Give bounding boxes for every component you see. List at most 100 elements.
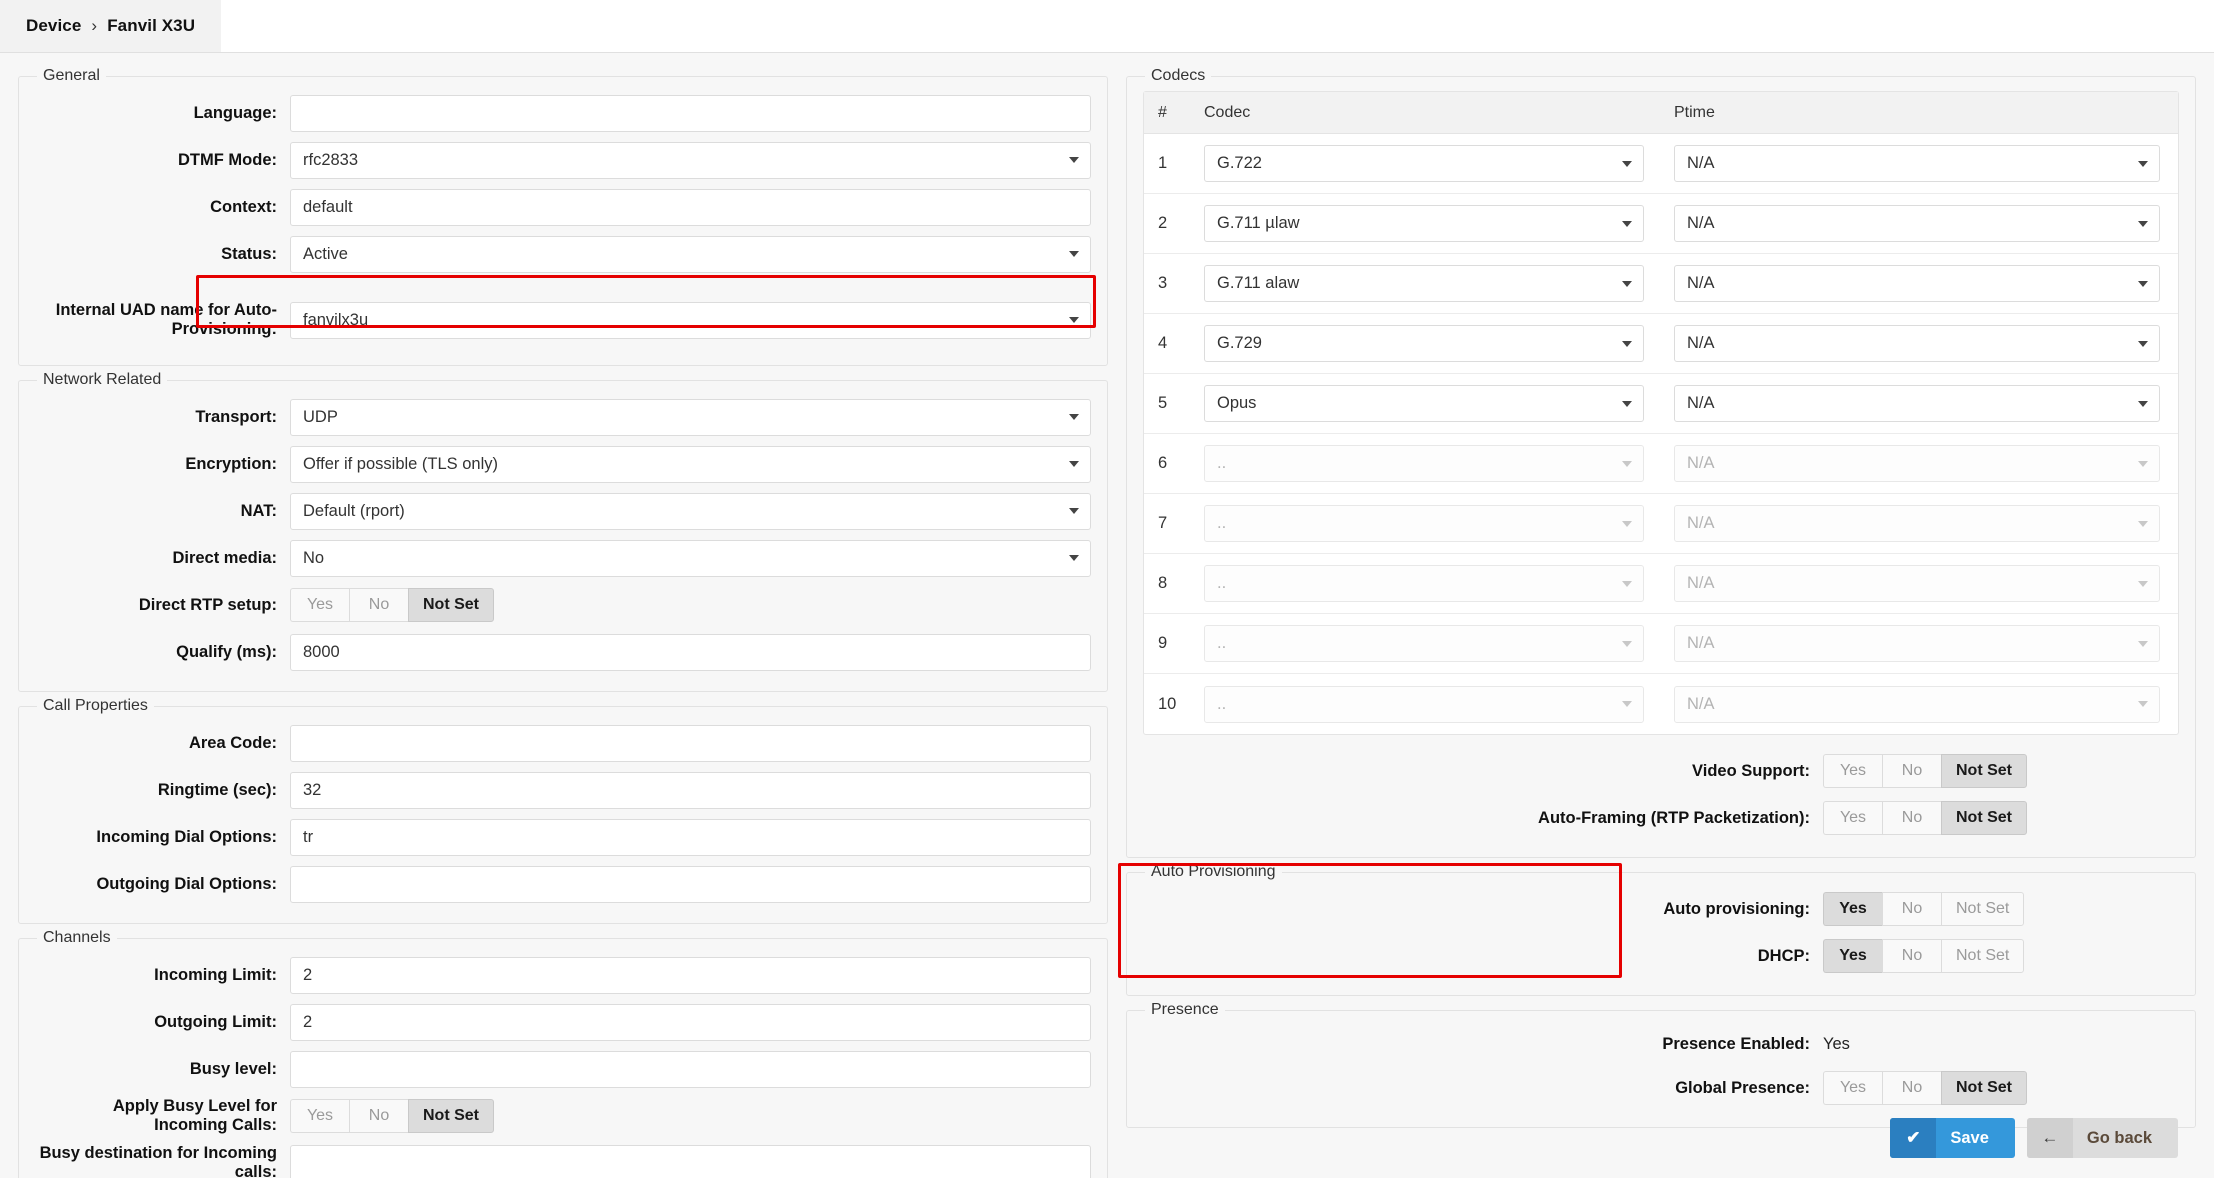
ptime-select[interactable]: N/A (1674, 685, 2160, 723)
global-presence-toggle[interactable]: Yes No Not Set (1823, 1071, 2027, 1105)
ptime-select[interactable]: N/A (1674, 445, 2160, 482)
dhcp-no[interactable]: No (1882, 939, 1941, 973)
codec-select[interactable]: .. (1204, 565, 1644, 602)
direct-rtp-setup-yes[interactable]: Yes (290, 588, 349, 622)
codec-select[interactable]: .. (1204, 505, 1644, 542)
auto-framing-not-set[interactable]: Not Set (1941, 801, 2027, 835)
row-transport: Transport: UDP (35, 395, 1091, 439)
apply-busy-level-yes[interactable]: Yes (290, 1099, 349, 1133)
apply-busy-level-not-set[interactable]: Not Set (408, 1099, 494, 1133)
context-input[interactable]: default (290, 188, 1091, 226)
nat-select[interactable]: Default (rport) (290, 492, 1091, 530)
video-support-toggle[interactable]: Yes No Not Set (1823, 754, 2027, 788)
auto-framing-toggle[interactable]: Yes No Not Set (1823, 801, 2027, 835)
codec-select[interactable]: .. (1204, 685, 1644, 723)
codec-row-index: 5 (1158, 394, 1168, 412)
ringtime-input[interactable]: 32 (290, 771, 1091, 809)
codec-row-index: 1 (1158, 154, 1168, 172)
section-network-legend: Network Related (43, 371, 162, 388)
ringtime-label: Ringtime (sec): (157, 780, 277, 799)
status-value: Active (303, 244, 348, 263)
video-support-not-set[interactable]: Not Set (1941, 754, 2027, 788)
codec-row-index: 4 (1158, 334, 1168, 352)
uad-name-select[interactable]: fanvilx3u (290, 301, 1091, 339)
direct-rtp-setup-toggle[interactable]: Yes No Not Set (290, 588, 494, 622)
codec-select[interactable]: G.722 (1204, 145, 1644, 182)
video-support-no[interactable]: No (1882, 754, 1941, 788)
codec-select[interactable]: G.711 µlaw (1204, 205, 1644, 242)
codec-row: 7.. N/A (1144, 494, 2178, 554)
ptime-select[interactable]: N/A (1674, 385, 2160, 422)
auto-provisioning-not-set[interactable]: Not Set (1941, 892, 2025, 926)
codec-select[interactable]: .. (1204, 625, 1644, 662)
outgoing-limit-input[interactable]: 2 (290, 1003, 1091, 1041)
ptime-value: N/A (1687, 274, 1715, 292)
apply-busy-level-label: Apply Busy Level for Incoming Calls: (112, 1097, 277, 1134)
busy-destination-input[interactable] (290, 1144, 1091, 1178)
codec-select[interactable]: G.711 alaw (1204, 265, 1644, 302)
ptime-select[interactable]: N/A (1674, 625, 2160, 662)
breadcrumb-bar: Device › Fanvil X3U (0, 0, 2214, 52)
direct-rtp-setup-not-set[interactable]: Not Set (408, 588, 494, 622)
video-support-yes[interactable]: Yes (1823, 754, 1882, 788)
outgoing-dial-options-input[interactable] (290, 865, 1091, 903)
auto-framing-no[interactable]: No (1882, 801, 1941, 835)
section-codecs: Codecs # Codec Ptime 1 G.722 N/A 2 G.711 µla… (1126, 67, 2196, 858)
codec-select[interactable]: .. (1204, 445, 1644, 482)
section-auto-provisioning: Auto Provisioning Auto provisioning: Yes… (1126, 863, 2196, 996)
busy-level-input[interactable] (290, 1050, 1091, 1088)
codec-row: 1 G.722 N/A (1144, 134, 2178, 194)
auto-provisioning-toggle[interactable]: Yes No Not Set (1823, 892, 2025, 926)
direct-media-select[interactable]: No (290, 539, 1091, 577)
incoming-limit-input[interactable]: 2 (290, 956, 1091, 994)
auto-provisioning-no[interactable]: No (1882, 892, 1941, 926)
qualify-label: Qualify (ms): (176, 642, 277, 661)
row-qualify: Qualify (ms): 8000 (35, 630, 1091, 674)
ptime-select[interactable]: N/A (1674, 505, 2160, 542)
direct-rtp-setup-no[interactable]: No (349, 588, 408, 622)
global-presence-not-set[interactable]: Not Set (1941, 1071, 2027, 1105)
auto-provisioning-yes[interactable]: Yes (1823, 892, 1882, 926)
direct-rtp-setup-label: Direct RTP setup: (138, 595, 277, 614)
nat-value: Default (rport) (303, 501, 405, 520)
dhcp-not-set[interactable]: Not Set (1941, 939, 2025, 973)
incoming-dial-options-input[interactable]: tr (290, 818, 1091, 856)
arrow-left-icon: ← (2026, 1118, 2073, 1158)
dhcp-toggle[interactable]: Yes No Not Set (1823, 939, 2025, 973)
dtmf-mode-select[interactable]: rfc2833 (290, 141, 1091, 179)
codec-value: G.722 (1217, 154, 1262, 172)
status-select[interactable]: Active (290, 235, 1091, 273)
language-input[interactable] (290, 94, 1091, 132)
row-area-code: Area Code: (35, 721, 1091, 765)
row-busy-destination: Busy destination for Incoming calls: (35, 1141, 1091, 1178)
ptime-select[interactable]: N/A (1674, 325, 2160, 362)
breadcrumb-root[interactable]: Device (26, 16, 81, 36)
global-presence-no[interactable]: No (1882, 1071, 1941, 1105)
global-presence-yes[interactable]: Yes (1823, 1071, 1882, 1105)
ptime-select[interactable]: N/A (1674, 265, 2160, 302)
chevron-down-icon (1069, 317, 1079, 323)
auto-framing-yes[interactable]: Yes (1823, 801, 1882, 835)
ptime-select[interactable]: N/A (1674, 205, 2160, 242)
ptime-select[interactable]: N/A (1674, 145, 2160, 182)
codec-select[interactable]: G.729 (1204, 325, 1644, 362)
codec-select[interactable]: Opus (1204, 385, 1644, 422)
ptime-select[interactable]: N/A (1674, 565, 2160, 602)
section-call-properties: Call Properties Area Code: Ringtime (sec… (18, 697, 1108, 924)
codec-row: 8.. N/A (1144, 554, 2178, 614)
section-general: General Language: DTMF Mode: rfc2833 Con… (18, 67, 1108, 366)
chevron-down-icon (2138, 340, 2148, 347)
apply-busy-level-no[interactable]: No (349, 1099, 408, 1133)
qualify-input[interactable]: 8000 (290, 633, 1091, 671)
dhcp-yes[interactable]: Yes (1823, 939, 1882, 973)
ptime-value: N/A (1687, 634, 1715, 652)
section-auto-provisioning-legend: Auto Provisioning (1151, 863, 1276, 880)
row-dhcp: DHCP: Yes No Not Set (1143, 934, 2179, 978)
save-button[interactable]: ✔ Save (1890, 1118, 2015, 1158)
codec-row: 9.. N/A (1144, 614, 2178, 674)
apply-busy-level-toggle[interactable]: Yes No Not Set (290, 1099, 494, 1133)
transport-select[interactable]: UDP (290, 398, 1091, 436)
go-back-button[interactable]: ← Go back (2026, 1118, 2178, 1158)
area-code-input[interactable] (290, 724, 1091, 762)
encryption-select[interactable]: Offer if possible (TLS only) (290, 445, 1091, 483)
